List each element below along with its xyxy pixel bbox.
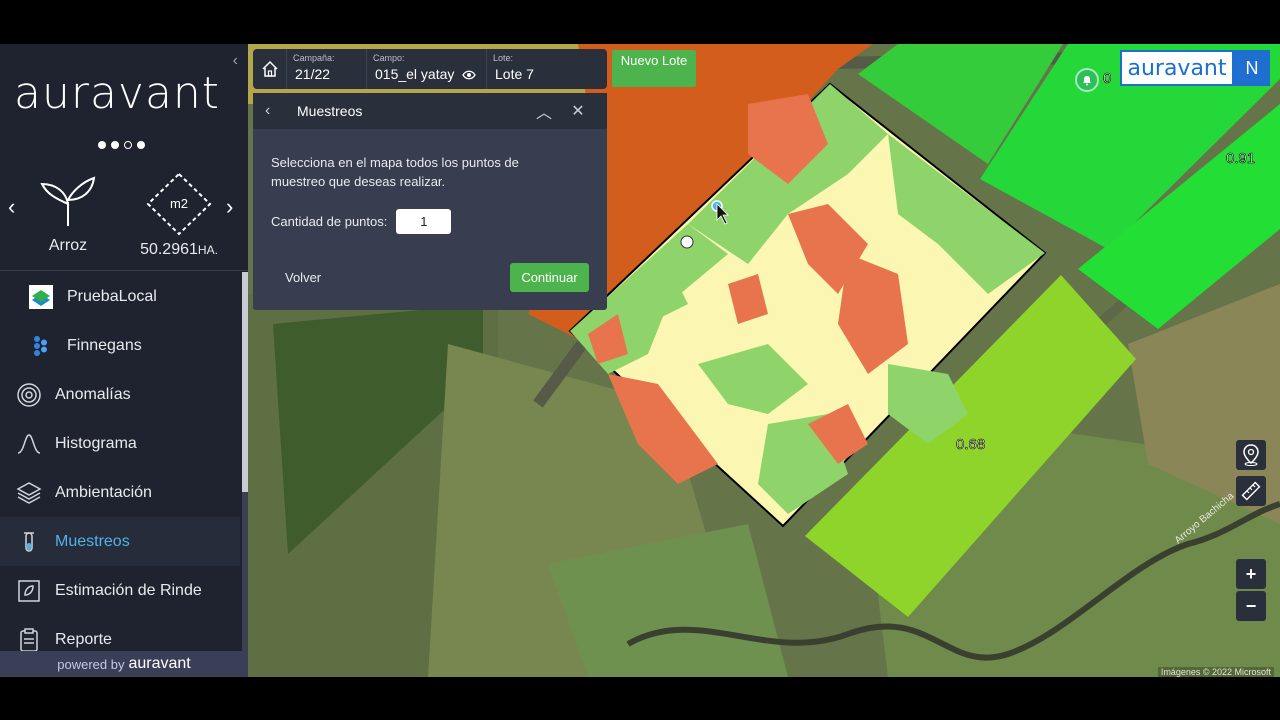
lot-value-label: 0.91: [1226, 150, 1255, 167]
dialog-header: ‹ Muestreos ︿ ✕: [253, 93, 607, 129]
home-icon: [261, 60, 278, 77]
field-label: Campo:: [373, 53, 405, 63]
layers-icon: [16, 480, 42, 506]
sidebar-menu: PruebaLocal Finnegans Anomalías Histogra…: [0, 272, 240, 664]
dialog-body: Selecciona en el mapa todos los puntos d…: [253, 129, 607, 234]
zoom-out-button[interactable]: −: [1236, 591, 1266, 621]
lot-value-label: 0: [1103, 70, 1111, 87]
lot-value: Lote 7: [495, 66, 534, 82]
sidebar-item-label: Reporte: [55, 630, 112, 648]
campaign-value: 21/22: [295, 66, 331, 82]
sidebar-item-muestreos[interactable]: Muestreos: [0, 517, 240, 566]
campaign-label: Campaña:: [293, 53, 335, 63]
lot-value-label: 0.68: [956, 436, 985, 453]
histogram-icon: [16, 431, 42, 457]
dialog-footer: Volver Continuar: [253, 250, 607, 310]
chevron-right-icon[interactable]: ›: [226, 194, 233, 220]
powered-by-footer: powered by auravant: [0, 651, 248, 677]
dialog-instructions: Selecciona en el mapa todos los puntos d…: [271, 155, 519, 189]
report-icon: [16, 627, 42, 653]
area-number: 50.2961: [140, 241, 198, 258]
area-unit: HA.: [197, 243, 218, 257]
new-lot-button[interactable]: Nuevo Lote: [612, 50, 696, 87]
sidebar-item-label: Histograma: [55, 434, 137, 452]
divider: [0, 270, 248, 271]
crop-name: Arroz: [48, 237, 88, 254]
area-icon: m2: [146, 172, 212, 236]
campaign-selector[interactable]: Campaña: 21/22: [287, 49, 367, 89]
sidebar-item-label: Ambientación: [55, 483, 152, 501]
sidebar-scrollbar[interactable]: [242, 272, 248, 652]
carousel-dot[interactable]: [98, 141, 106, 149]
dialog-title: Muestreos: [297, 103, 363, 119]
chevron-left-icon[interactable]: ‹: [8, 194, 15, 220]
footer-brand: auravant: [128, 655, 191, 672]
field-value-row: 015_el yatay: [373, 66, 480, 83]
sidebar-item-estimacion-rinde[interactable]: Estimación de Rinde: [0, 566, 240, 615]
eye-icon[interactable]: [462, 67, 477, 83]
zoom-in-button[interactable]: +: [1236, 559, 1266, 589]
yield-icon: [16, 578, 42, 604]
carousel-dot[interactable]: [137, 141, 145, 149]
lot-summary: ‹ Arroz m2 50.2961HA. ›: [0, 164, 248, 270]
brand-name: auravant: [1120, 50, 1234, 86]
scrollbar-thumb[interactable]: [242, 272, 248, 492]
sidebar: ‹ auravant ‹ Arroz m2 50.2961HA. › Prueb…: [0, 44, 248, 677]
ruler-icon: [1241, 481, 1261, 501]
continue-button[interactable]: Continuar: [510, 263, 589, 292]
sidebar-item-label: Estimación de Rinde: [55, 581, 202, 599]
app-window: 0.91 0.68 0 Arroyo Bachicha ‹ auravant ‹…: [0, 44, 1280, 677]
sidebar-item-ambientacion[interactable]: Ambientación: [0, 468, 240, 517]
sidebar-item-label: Anomalías: [55, 385, 131, 403]
measure-ruler-button[interactable]: [1236, 476, 1266, 506]
sample-point[interactable]: [680, 235, 694, 249]
collapse-sidebar-icon[interactable]: ‹: [233, 52, 238, 70]
area-icon-label: m2: [170, 196, 188, 211]
close-icon[interactable]: ✕: [561, 101, 595, 121]
carousel-dot[interactable]: [111, 141, 119, 149]
sidebar-item-anomalias[interactable]: Anomalías: [0, 370, 240, 419]
sidebar-item-label: Muestreos: [55, 532, 130, 550]
sidebar-item-pruebalocal[interactable]: PruebaLocal: [0, 272, 240, 321]
prueba-local-icon: [28, 284, 54, 310]
points-label: Cantidad de puntos:: [271, 214, 388, 229]
area-info: m2 50.2961HA.: [140, 172, 218, 259]
lot-label: Lote:: [493, 53, 514, 63]
sidebar-item-finnegans[interactable]: Finnegans: [0, 321, 240, 370]
lot-selector[interactable]: Lote: Lote 7: [487, 49, 605, 89]
carousel-dots: [98, 141, 145, 149]
test-tube-icon: [16, 529, 42, 555]
field-selector[interactable]: Campo: 015_el yatay: [367, 49, 487, 89]
finnegans-icon: [28, 333, 54, 359]
field-value: 015_el yatay: [375, 66, 455, 82]
plant-sprout-icon: [40, 176, 96, 226]
points-row: Cantidad de puntos:: [271, 209, 589, 234]
notification-bell-icon[interactable]: [1075, 68, 1099, 92]
context-bar: Campaña: 21/22 Campo: 015_el yatay Lote:…: [253, 49, 607, 89]
brand-logo: auravant: [14, 68, 221, 119]
brand-letter: N: [1234, 50, 1270, 86]
collapse-chevron-up-icon[interactable]: ︿: [527, 99, 561, 123]
sidebar-item-label: Finnegans: [67, 336, 142, 354]
crop-info: Arroz: [36, 172, 100, 255]
radar-icon: [16, 382, 42, 408]
sampling-dialog: ‹ Muestreos ︿ ✕ Selecciona en el mapa to…: [253, 93, 607, 310]
map-pin-icon: [1243, 444, 1259, 466]
back-chevron-icon[interactable]: ‹: [265, 102, 285, 120]
footer-prefix: powered by: [57, 656, 125, 672]
brand-badge: auravant N: [1120, 50, 1270, 86]
home-button[interactable]: [253, 49, 287, 89]
back-button[interactable]: Volver: [285, 270, 321, 285]
area-value: 50.2961HA.: [140, 241, 218, 259]
sidebar-item-label: PruebaLocal: [67, 287, 157, 305]
map-attribution: Imágenes © 2022 Microsoft: [1157, 667, 1274, 677]
carousel-dot[interactable]: [124, 141, 132, 149]
location-pin-button[interactable]: [1236, 440, 1266, 470]
sidebar-item-histograma[interactable]: Histograma: [0, 419, 240, 468]
points-count-input[interactable]: [396, 209, 452, 234]
